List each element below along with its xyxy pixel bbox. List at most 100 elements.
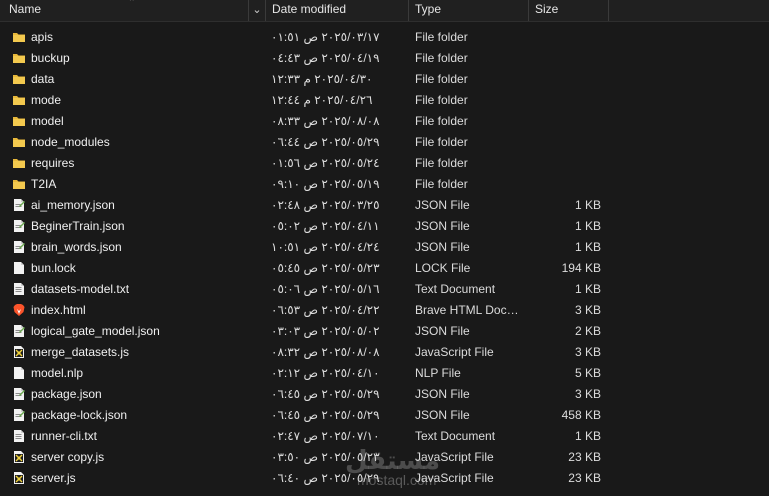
file-date-modified: ٢٠٢٥/٠٥/٢٣ ص ٠٥:٤٥ — [271, 261, 380, 275]
file-type: File folder — [415, 156, 468, 170]
file-date-modified: ٢٠٢٥/٠٧/١٠ ص ٠٢:٤٧ — [271, 429, 380, 443]
file-name: requires — [31, 156, 75, 170]
js-file-icon — [12, 345, 26, 359]
file-type: File folder — [415, 51, 468, 65]
folder-icon — [12, 30, 26, 44]
file-date-modified: ٢٠٢٥/٠٣/١٧ ص ٠١:٥١ — [271, 30, 380, 44]
file-type: File folder — [415, 177, 468, 191]
file-row[interactable]: runner-cli.txt ٢٠٢٥/٠٧/١٠ ص ٠٢:٤٧ Text Doc… — [0, 426, 769, 447]
file-type: JSON File — [415, 219, 470, 233]
file-name: brain_words.json — [31, 240, 122, 254]
file-row[interactable]: index.html ٢٠٢٥/٠٤/٢٢ ص ٠٦:٥٣ Brave HTML D… — [0, 300, 769, 321]
file-date-modified: ٢٠٢٥/٠٤/٢٢ ص ٠٦:٥٣ — [271, 303, 380, 317]
file-date-modified: ٢٠٢٥/٠٥/١٩ ص ٠٩:١٠ — [271, 177, 380, 191]
file-name: index.html — [31, 303, 86, 317]
file-name: data — [31, 72, 55, 86]
file-type: JavaScript File — [415, 450, 494, 464]
file-name: datasets-model.txt — [31, 282, 130, 296]
column-header-bar: ⌃ Name ⌄ Date modified Type Size — [0, 0, 769, 22]
blank-file-icon — [12, 261, 26, 275]
text-file-icon — [12, 429, 26, 443]
file-name: server copy.js — [31, 450, 105, 464]
file-size: 5 KB — [574, 366, 601, 380]
file-size: 194 KB — [561, 261, 601, 275]
folder-icon — [12, 72, 26, 86]
file-row[interactable]: data ٢٠٢٥/٠٤/٣٠ م ١٢:٣٣ File folder — [0, 69, 769, 90]
file-date-modified: ٢٠٢٥/٠٥/٠٢ ص ٠٣:٠٣ — [271, 324, 380, 338]
file-type: JSON File — [415, 387, 470, 401]
column-header-size[interactable]: Size — [529, 0, 609, 21]
file-row[interactable]: logical_gate_model.json ٢٠٢٥/٠٥/٠٢ ص ٠٣:٠… — [0, 321, 769, 342]
file-date-modified: ٢٠٢٥/٠٣/٢٥ ص ٠٢:٤٨ — [271, 198, 380, 212]
file-size: 3 KB — [574, 387, 601, 401]
file-date-modified: ٢٠٢٥/٠٨/٠٨ ص ٠٨:٣٢ — [271, 345, 380, 359]
file-date-modified: ٢٠٢٥/٠٤/٣٠ م ١٢:٣٣ — [271, 72, 373, 86]
file-name: node_modules — [31, 135, 110, 149]
file-row[interactable]: bun.lock ٢٠٢٥/٠٥/٢٣ ص ٠٥:٤٥ LOCK File 194 K… — [0, 258, 769, 279]
file-name: mode — [31, 93, 62, 107]
column-header-type[interactable]: Type — [409, 0, 529, 21]
file-name: package-lock.json — [31, 408, 128, 422]
file-date-modified: ٢٠٢٥/٠٥/٢٩ ص ٠٦:٤٤ — [271, 135, 380, 149]
json-file-icon — [12, 324, 26, 338]
file-name: logical_gate_model.json — [31, 324, 160, 338]
brave-html-icon — [12, 303, 26, 317]
file-row[interactable]: package.json ٢٠٢٥/٠٥/٢٩ ص ٠٦:٤٥ JSON File 3… — [0, 384, 769, 405]
file-row[interactable]: merge_datasets.js ٢٠٢٥/٠٨/٠٨ ص ٠٨:٣٢ JavaS… — [0, 342, 769, 363]
file-size: 3 KB — [574, 303, 601, 317]
file-type: NLP File — [415, 366, 461, 380]
file-type: Text Document — [415, 282, 496, 296]
file-row[interactable]: brain_words.json ٢٠٢٥/٠٤/٢٤ ص ١٠:٥١ JSON F… — [0, 237, 769, 258]
file-row[interactable]: model.nlp ٢٠٢٥/٠٤/١٠ ص ٠٢:١٢ NLP File 5 KB — [0, 363, 769, 384]
file-row[interactable]: mode ٢٠٢٥/٠٤/٢٦ م ١٢:٤٤ File folder — [0, 90, 769, 111]
folder-icon — [12, 114, 26, 128]
file-type: Brave HTML Docu... — [415, 303, 523, 317]
json-file-icon — [12, 387, 26, 401]
file-name: merge_datasets.js — [31, 345, 130, 359]
file-type: JavaScript File — [415, 345, 494, 359]
file-size: 1 KB — [574, 282, 601, 296]
file-name: server.js — [31, 471, 76, 485]
file-type: JSON File — [415, 324, 470, 338]
file-row[interactable]: apis ٢٠٢٥/٠٣/١٧ ص ٠١:٥١ File folder — [0, 27, 769, 48]
file-row[interactable]: package-lock.json ٢٠٢٥/٠٥/٢٩ ص ٠٦:٤٥ JSON … — [0, 405, 769, 426]
file-row[interactable]: datasets-model.txt ٢٠٢٥/٠٥/١٦ ص ٠٥:٠٦ Text… — [0, 279, 769, 300]
file-type: LOCK File — [415, 261, 471, 275]
file-name: ai_memory.json — [31, 198, 115, 212]
file-row[interactable]: ai_memory.json ٢٠٢٥/٠٣/٢٥ ص ٠٢:٤٨ JSON Fil… — [0, 195, 769, 216]
json-file-icon — [12, 198, 26, 212]
column-header-type-label: Type — [415, 2, 442, 16]
file-row[interactable]: node_modules ٢٠٢٥/٠٥/٢٩ ص ٠٦:٤٤ File folde… — [0, 132, 769, 153]
folder-icon — [12, 135, 26, 149]
column-header-name[interactable]: Name ⌄ — [0, 0, 266, 21]
file-type: File folder — [415, 135, 468, 149]
file-date-modified: ٢٠٢٥/٠٤/٢٦ م ١٢:٤٤ — [271, 93, 373, 107]
json-file-icon — [12, 240, 26, 254]
file-row[interactable]: model ٢٠٢٥/٠٨/٠٨ ص ٠٨:٣٣ File folder — [0, 111, 769, 132]
file-date-modified: ٢٠٢٥/٠٥/٢٩ ص ٠٦:٤٠ — [271, 471, 380, 485]
json-file-icon — [12, 219, 26, 233]
file-name: package.json — [31, 387, 102, 401]
column-header-size-label: Size — [535, 2, 559, 16]
file-row[interactable]: server copy.js ٢٠٢٥/٠٥/٢٣ ص ٠٣:٥٠ JavaScri… — [0, 447, 769, 468]
file-row[interactable]: buckup ٢٠٢٥/٠٤/١٩ ص ٠٤:٤٣ File folder — [0, 48, 769, 69]
file-name: apis — [31, 30, 54, 44]
file-row[interactable]: BeginerTrain.json ٢٠٢٥/٠٤/١١ ص ٠٥:٠٢ JSON … — [0, 216, 769, 237]
column-header-date[interactable]: Date modified — [266, 0, 409, 21]
file-date-modified: ٢٠٢٥/٠٤/٢٤ ص ١٠:٥١ — [271, 240, 380, 254]
file-size: 1 KB — [574, 429, 601, 443]
file-type: JSON File — [415, 198, 470, 212]
file-size: 2 KB — [574, 324, 601, 338]
file-row[interactable]: requires ٢٠٢٥/٠٥/٢٤ ص ٠١:٥٦ File folder — [0, 153, 769, 174]
folder-icon — [12, 93, 26, 107]
file-list: apis ٢٠٢٥/٠٣/١٧ ص ٠١:٥١ File folder buckup ٢… — [0, 27, 769, 489]
file-date-modified: ٢٠٢٥/٠٨/٠٨ ص ٠٨:٣٣ — [271, 114, 380, 128]
js-file-icon — [12, 471, 26, 485]
file-type: JSON File — [415, 408, 470, 422]
file-row[interactable]: server.js ٢٠٢٥/٠٥/٢٩ ص ٠٦:٤٠ JavaScript Fi… — [0, 468, 769, 489]
chevron-down-icon[interactable]: ⌄ — [248, 0, 266, 21]
file-row[interactable]: T2IA ٢٠٢٥/٠٥/١٩ ص ٠٩:١٠ File folder — [0, 174, 769, 195]
file-date-modified: ٢٠٢٥/٠٤/١١ ص ٠٥:٠٢ — [271, 219, 380, 233]
file-date-modified: ٢٠٢٥/٠٥/٢٤ ص ٠١:٥٦ — [271, 156, 380, 170]
file-type: JSON File — [415, 240, 470, 254]
